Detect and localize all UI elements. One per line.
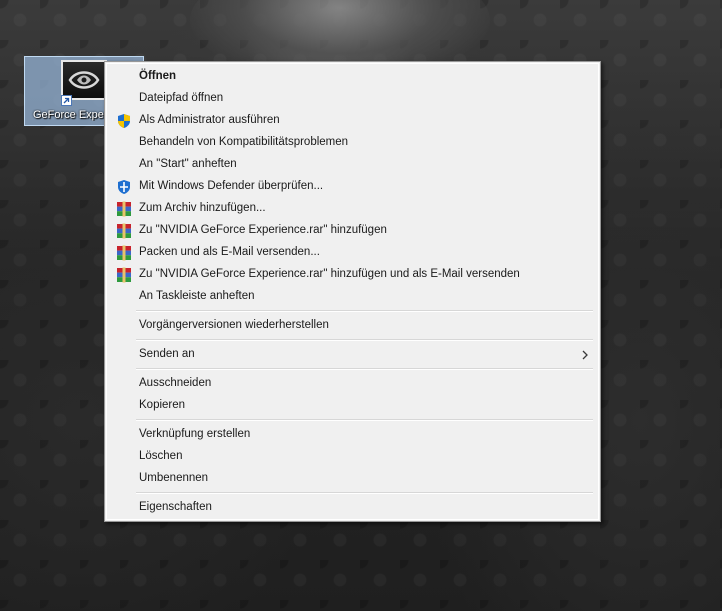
menu-item-restore-previous-versions[interactable]: Vorgängerversionen wiederherstellen [108, 315, 597, 337]
menu-item-send-to[interactable]: Senden an [108, 344, 597, 366]
winrar-icon [116, 245, 132, 261]
geforce-experience-icon [61, 60, 107, 100]
menu-item-add-to-archive[interactable]: Zum Archiv hinzufügen... [108, 198, 597, 220]
menu-item-cut[interactable]: Ausschneiden [108, 373, 597, 395]
menu-item-label: Löschen [139, 450, 183, 462]
menu-item-pack-and-email[interactable]: Packen und als E-Mail versenden... [108, 242, 597, 264]
menu-item-label: Umbenennen [139, 472, 209, 484]
winrar-icon [116, 267, 132, 283]
menu-item-add-to-rar-and-email[interactable]: Zu "NVIDIA GeForce Experience.rar" hinzu… [108, 264, 597, 286]
menu-separator [136, 310, 593, 312]
shortcut-arrow-icon [61, 95, 72, 106]
menu-separator [136, 368, 593, 370]
menu-item-label: Verknüpfung erstellen [139, 428, 251, 440]
menu-item-label: Öffnen [139, 70, 177, 82]
menu-item-label: Kopieren [139, 399, 186, 411]
menu-item-label: Zum Archiv hinzufügen... [139, 202, 266, 214]
windows-defender-icon [116, 179, 132, 195]
menu-item-pin-to-start[interactable]: An "Start" anheften [108, 154, 597, 176]
menu-item-scan-defender[interactable]: Mit Windows Defender überprüfen... [108, 176, 597, 198]
menu-separator [136, 492, 593, 494]
menu-item-open[interactable]: Öffnen [108, 66, 597, 88]
menu-item-troubleshoot-compatibility[interactable]: Behandeln von Kompatibilitätsproblemen [108, 132, 597, 154]
menu-item-label: Mit Windows Defender überprüfen... [139, 180, 324, 192]
menu-item-label: Zu "NVIDIA GeForce Experience.rar" hinzu… [139, 268, 520, 280]
menu-item-delete[interactable]: Löschen [108, 446, 597, 468]
uac-shield-icon [116, 113, 132, 129]
menu-item-label: Senden an [139, 348, 195, 360]
menu-item-add-to-rar[interactable]: Zu "NVIDIA GeForce Experience.rar" hinzu… [108, 220, 597, 242]
menu-item-label: Zu "NVIDIA GeForce Experience.rar" hinzu… [139, 224, 387, 236]
menu-item-label: An Taskleiste anheften [139, 290, 255, 302]
menu-item-label: Packen und als E-Mail versenden... [139, 246, 320, 258]
menu-item-label: Vorgängerversionen wiederherstellen [139, 319, 329, 331]
desktop[interactable]: GeForce Experience Öffnen Dateipfad öffn… [0, 0, 722, 611]
menu-separator [136, 419, 593, 421]
menu-item-label: Als Administrator ausführen [139, 114, 280, 126]
menu-item-label: An "Start" anheften [139, 158, 237, 170]
winrar-icon [116, 223, 132, 239]
menu-item-copy[interactable]: Kopieren [108, 395, 597, 417]
menu-item-run-as-admin[interactable]: Als Administrator ausführen [108, 110, 597, 132]
menu-item-label: Ausschneiden [139, 377, 212, 389]
menu-item-label: Eigenschaften [139, 501, 212, 513]
winrar-icon [116, 201, 132, 217]
menu-item-rename[interactable]: Umbenennen [108, 468, 597, 490]
menu-item-pin-to-taskbar[interactable]: An Taskleiste anheften [108, 286, 597, 308]
menu-item-properties[interactable]: Eigenschaften [108, 497, 597, 519]
menu-item-create-shortcut[interactable]: Verknüpfung erstellen [108, 424, 597, 446]
context-menu: Öffnen Dateipfad öffnen Als Administrato… [104, 61, 601, 522]
menu-item-label: Dateipfad öffnen [139, 92, 224, 104]
chevron-right-icon [581, 348, 589, 360]
menu-item-open-file-location[interactable]: Dateipfad öffnen [108, 88, 597, 110]
menu-item-label: Behandeln von Kompatibilitätsproblemen [139, 136, 349, 148]
menu-separator [136, 339, 593, 341]
